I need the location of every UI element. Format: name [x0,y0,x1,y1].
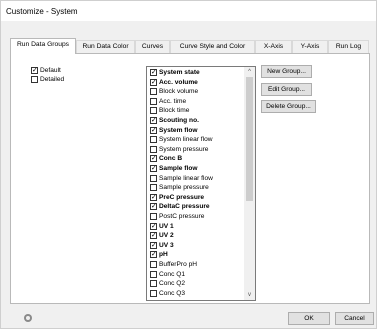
list-item-label: Conc B [159,155,183,163]
list-item-label: BufferPro pH [159,261,197,268]
list-item-label: Detailed [40,76,65,83]
tab-run-data-color[interactable]: Run Data Color [76,40,135,53]
tab-y-axis[interactable]: Y-Axis [292,40,328,53]
window-title: Customize - System [6,7,78,16]
tab-run-data-groups[interactable]: Run Data Groups [10,38,76,54]
checkbox[interactable] [150,88,157,96]
checkbox[interactable] [150,222,157,231]
checkbox[interactable] [150,145,157,153]
checkbox[interactable] [150,231,157,240]
list-item-label: Default [40,67,61,74]
list-item-label: Sample pressure [159,184,209,192]
list-item-label: Block volume [159,88,199,96]
list-item-label: System linear flow [159,136,213,144]
list-item-label: Acc. volume [159,78,198,86]
settings-icon[interactable] [24,314,32,322]
list-item-label: pH [159,251,168,259]
checkbox[interactable] [150,202,157,211]
delete-group-button[interactable]: Delete Group... [261,100,316,113]
tab-run-log[interactable]: Run Log [328,40,369,53]
checkbox[interactable] [150,97,157,105]
checkbox[interactable] [150,126,157,135]
new-group-button[interactable]: New Group... [261,65,312,78]
list-item-label: Block time [159,107,190,115]
list-item-label: PostC pressure [159,213,205,220]
list-item-label: Conc Q2 [159,280,186,288]
list-item-label: UV 1 [159,222,174,230]
checkbox[interactable] [150,261,157,268]
checkbox[interactable] [31,76,38,83]
checkbox[interactable] [150,280,157,288]
list-item-label: System state [159,69,200,76]
groups-list: Default Detailed [31,66,98,101]
list-item-label: Conc Q3 [159,289,186,297]
checkbox[interactable] [150,164,157,173]
scroll-up-icon[interactable]: ^ [244,67,255,77]
checkbox[interactable] [150,116,157,125]
tab-curves[interactable]: Curves [135,40,170,53]
list-item-label: PreC pressure [159,193,205,201]
data-items-listbox[interactable]: System state Acc. volume Block volumeAcc. … [146,66,256,301]
list-item-label: Sample linear flow [159,174,213,182]
tab-x-axis[interactable]: X-Axis [255,40,292,53]
checkbox[interactable] [31,66,38,75]
list-item-label: UV 3 [159,241,174,249]
list-item-label: System pressure [159,145,209,153]
tab-panel: Default Detailed System state Acc. volume B… [10,53,370,304]
cancel-button[interactable]: Cancel [335,312,374,325]
ok-button[interactable]: OK [288,312,330,325]
checkbox[interactable] [150,213,157,220]
checkbox[interactable] [150,289,157,297]
tab-curve-style-and-color[interactable]: Curve Style and Color [170,40,255,53]
checkbox[interactable] [150,78,157,87]
checkbox[interactable] [150,68,157,77]
tab-bar: Run Data Groups Run Data Color Curves Cu… [10,38,370,54]
checkbox[interactable] [150,241,157,250]
list-item-label: System flow [159,126,198,134]
list-item-label: Sample flow [159,165,198,172]
customize-dialog: Customize - System Run Data Groups Run D… [0,0,377,329]
edit-group-button[interactable]: Edit Group... [261,83,312,96]
list-item-label: Scouting no. [159,117,199,124]
checkbox[interactable] [150,250,157,259]
list-item-label: DeltaC pressure [159,203,210,211]
checkbox[interactable] [150,184,157,192]
checkbox[interactable] [150,107,157,115]
checkbox[interactable] [150,154,157,163]
title-bar: Customize - System [1,1,376,21]
checkbox[interactable] [150,270,157,278]
checkbox[interactable] [150,174,157,182]
list-item-label: UV 2 [159,232,174,240]
list-item-label: Acc. time [159,97,187,105]
scroll-thumb[interactable] [246,77,253,201]
scroll-down-icon[interactable]: v [244,290,255,300]
list-item-label: Conc Q1 [159,270,186,278]
checkbox[interactable] [150,136,157,144]
checkbox[interactable] [150,193,157,202]
vertical-scrollbar[interactable]: ^ v [244,67,255,300]
data-items-list: System state Acc. volume Block volumeAcc. … [150,67,242,300]
